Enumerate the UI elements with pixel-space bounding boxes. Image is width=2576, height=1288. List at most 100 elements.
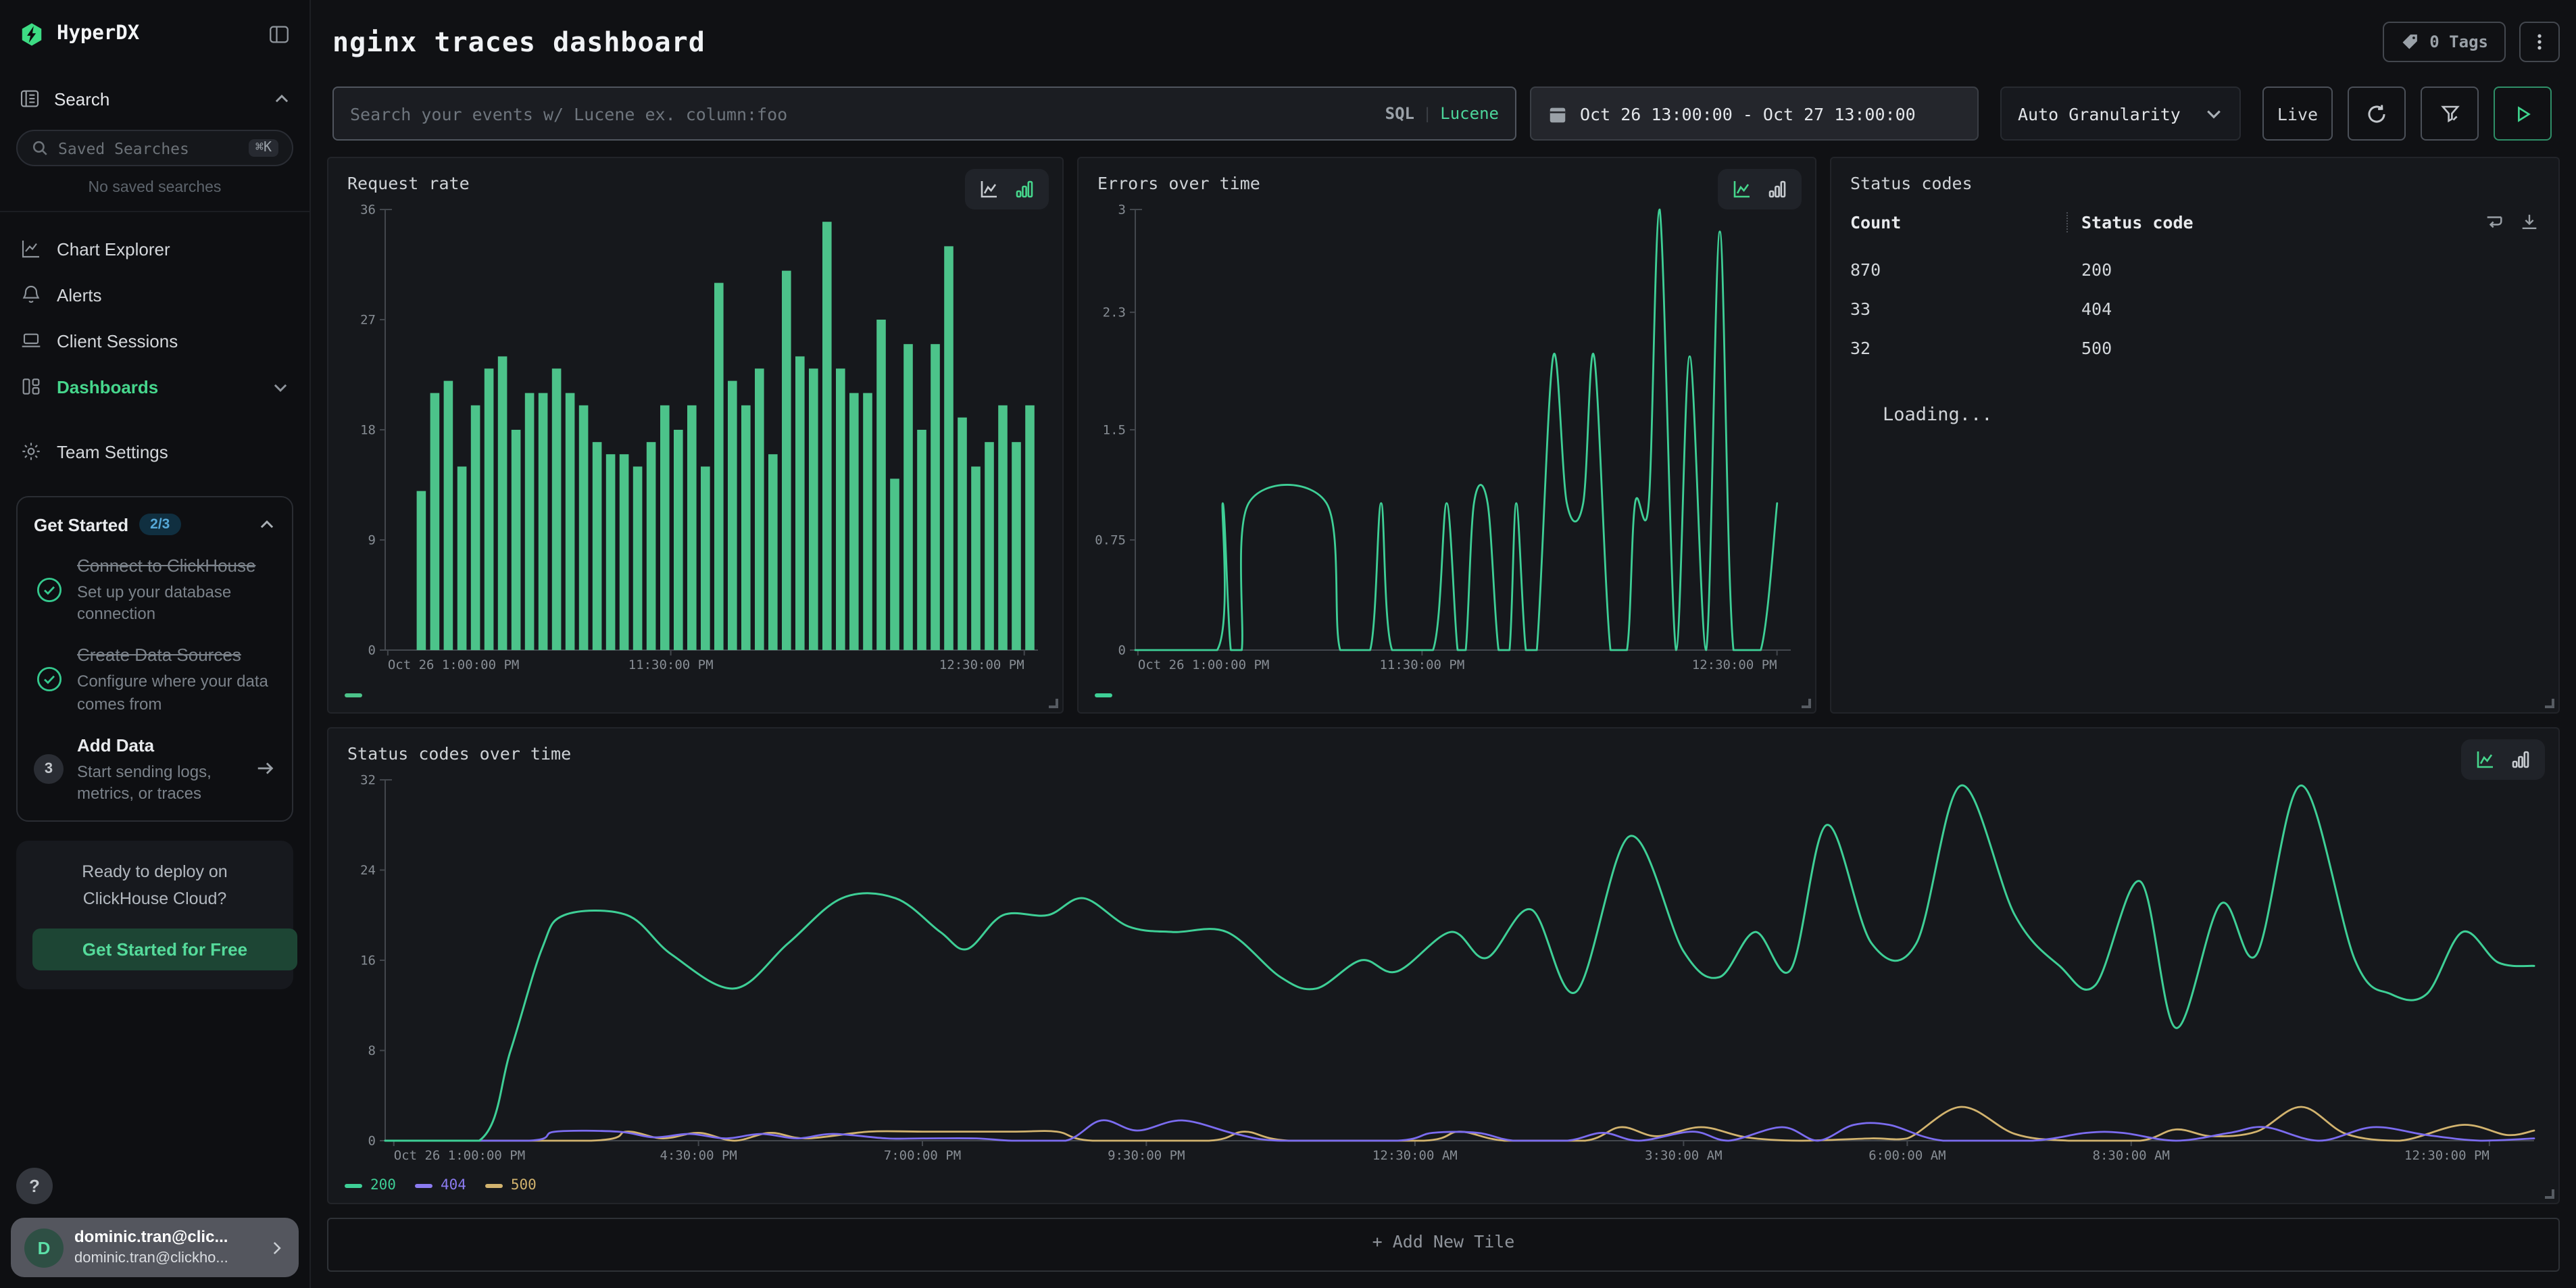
sidebar-item-chart-explorer[interactable]: Chart Explorer [0, 226, 309, 272]
live-button[interactable]: Live [2262, 86, 2333, 141]
sidebar-bottom: ? D dominic.tran@clic... dominic.tran@cl… [0, 1168, 309, 1288]
check-circle-icon [34, 665, 64, 693]
svg-text:8:30:00 AM: 8:30:00 AM [2093, 1148, 2170, 1163]
legend-item[interactable]: 500 [485, 1177, 537, 1193]
svg-text:9: 9 [368, 532, 376, 547]
user-name: dominic.tran@clic... [74, 1227, 257, 1248]
shortcut-badge: ⌘K [249, 139, 278, 157]
legend-item[interactable]: 200 [345, 1177, 396, 1193]
status-codes-over-time-chart[interactable]: 08162432Oct 26 1:00:00 PM4:30:00 PM7:00:… [337, 766, 2548, 1168]
tile-resize-handle[interactable] [1049, 699, 1058, 708]
svg-text:3:30:00 AM: 3:30:00 AM [1645, 1148, 1722, 1163]
sql-toggle[interactable]: SQL [1385, 104, 1414, 123]
svg-text:12:30:00 PM: 12:30:00 PM [1692, 658, 1777, 672]
search-section: Search ⌘K No saved searches [0, 68, 309, 212]
table-row[interactable]: 870200 [1831, 250, 2558, 289]
chevron-up-icon[interactable] [258, 516, 276, 533]
sidebar-item-client-sessions[interactable]: Client Sessions [0, 318, 309, 364]
svg-text:16: 16 [360, 953, 376, 968]
tile-title: Request rate [328, 158, 1062, 193]
tile-title: Status codes [1831, 158, 2558, 193]
get-started-free-button[interactable]: Get Started for Free [32, 928, 297, 970]
granularity-select[interactable]: Auto Granularity [2000, 86, 2241, 141]
chevron-up-icon[interactable] [273, 90, 291, 107]
legend-item[interactable] [1095, 693, 1112, 697]
avatar: D [24, 1228, 64, 1267]
chevron-right-icon [268, 1239, 285, 1256]
bar-chart-icon[interactable] [1014, 178, 1035, 200]
no-saved-searches-text: No saved searches [0, 166, 309, 211]
app-window: HyperDX Search ⌘K No [0, 0, 2576, 1288]
svg-text:18: 18 [360, 422, 376, 437]
more-options-button[interactable] [2519, 22, 2560, 62]
arrow-right-icon [255, 759, 276, 779]
sidebar-item-team-settings[interactable]: Team Settings [0, 428, 309, 474]
column-header-status-code[interactable]: Status code [2081, 212, 2484, 232]
logo-row: HyperDX [0, 0, 309, 68]
column-resize-handle[interactable] [2066, 212, 2068, 232]
collapse-sidebar-icon[interactable] [268, 22, 291, 45]
language-divider: | [1425, 104, 1429, 123]
saved-searches-field[interactable] [58, 139, 239, 157]
request-rate-chart[interactable]: 09182736Oct 26 1:00:00 PM11:30:00 PM12:3… [337, 196, 1051, 677]
svg-text:0: 0 [368, 1133, 376, 1148]
refresh-button[interactable] [2348, 86, 2406, 141]
clickhouse-cloud-card: Ready to deploy on ClickHouse Cloud? Get… [16, 841, 293, 989]
tags-button[interactable]: 0 Tags [2382, 22, 2506, 62]
bar-chart-icon[interactable] [2510, 749, 2531, 770]
line-chart-icon[interactable] [1731, 178, 1753, 200]
filter-icon [2439, 103, 2460, 124]
step-add-data[interactable]: 3 Add Data Start sending logs, metrics, … [34, 734, 276, 805]
line-chart-icon[interactable] [979, 178, 1000, 200]
tile-status-codes: Status codes Count Status code 87020033 [1830, 157, 2560, 714]
step-create-data-sources[interactable]: Create Data Sources Configure where your… [34, 644, 276, 715]
column-header-count[interactable]: Count [1850, 212, 2066, 232]
tile-resize-handle[interactable] [2545, 699, 2554, 708]
user-email: dominic.tran@clickho... [74, 1248, 257, 1268]
errors-chart[interactable]: 00.751.52.33Oct 26 1:00:00 PM11:30:00 PM… [1087, 196, 1804, 677]
loading-text: Loading... [1883, 404, 2558, 426]
add-new-tile-button[interactable]: + Add New Tile [327, 1218, 2560, 1272]
svg-text:Oct 26 1:00:00 PM: Oct 26 1:00:00 PM [1138, 658, 1269, 672]
chart-type-toggle [1718, 169, 1802, 209]
svg-text:8: 8 [368, 1043, 376, 1058]
user-account-chip[interactable]: D dominic.tran@clic... dominic.tran@clic… [11, 1218, 299, 1277]
svg-text:6:00:00 AM: 6:00:00 AM [1868, 1148, 1946, 1163]
kebab-icon [2530, 32, 2549, 51]
sidebar-item-search[interactable]: Search [0, 76, 309, 122]
help-button[interactable]: ? [16, 1168, 53, 1204]
filter-button[interactable] [2421, 86, 2479, 141]
line-chart-icon[interactable] [2475, 749, 2496, 770]
sidebar-item-dashboards[interactable]: Dashboards [0, 364, 309, 410]
svg-text:36: 36 [360, 202, 376, 217]
search-icon [31, 139, 49, 157]
tag-icon [2400, 32, 2419, 51]
tile-resize-handle[interactable] [2545, 1189, 2554, 1199]
svg-text:12:30:00 PM: 12:30:00 PM [2404, 1148, 2490, 1163]
svg-text:1.5: 1.5 [1103, 422, 1126, 437]
get-started-title: Get Started [34, 514, 128, 535]
saved-searches-input[interactable]: ⌘K [16, 130, 293, 166]
svg-text:Oct 26 1:00:00 PM: Oct 26 1:00:00 PM [388, 658, 519, 672]
time-range-picker[interactable]: Oct 26 13:00:00 - Oct 27 13:00:00 [1530, 86, 1979, 141]
granularity-value: Auto Granularity [2018, 103, 2181, 124]
svg-text:32: 32 [360, 772, 376, 787]
table-row[interactable]: 32500 [1831, 328, 2558, 368]
download-icon[interactable] [2519, 212, 2540, 232]
legend-item[interactable]: 404 [415, 1177, 466, 1193]
legend-item[interactable] [345, 693, 362, 697]
run-query-button[interactable] [2494, 86, 2552, 141]
chart-legend [328, 677, 1062, 712]
wrap-rows-icon[interactable] [2484, 212, 2504, 232]
event-search-box[interactable]: SQL | Lucene [332, 86, 1516, 141]
table-row[interactable]: 33404 [1831, 289, 2558, 328]
bar-chart-icon[interactable] [1766, 178, 1788, 200]
event-search-input[interactable] [350, 103, 1374, 124]
sidebar-item-alerts[interactable]: Alerts [0, 272, 309, 318]
tile-resize-handle[interactable] [1802, 699, 1811, 708]
tile-title: Errors over time [1079, 158, 1815, 193]
svg-text:9:30:00 PM: 9:30:00 PM [1108, 1148, 1185, 1163]
lucene-toggle[interactable]: Lucene [1440, 104, 1499, 123]
step-connect-clickhouse[interactable]: Connect to ClickHouse Set up your databa… [34, 554, 276, 625]
svg-text:Oct 26 1:00:00 PM: Oct 26 1:00:00 PM [394, 1148, 525, 1163]
